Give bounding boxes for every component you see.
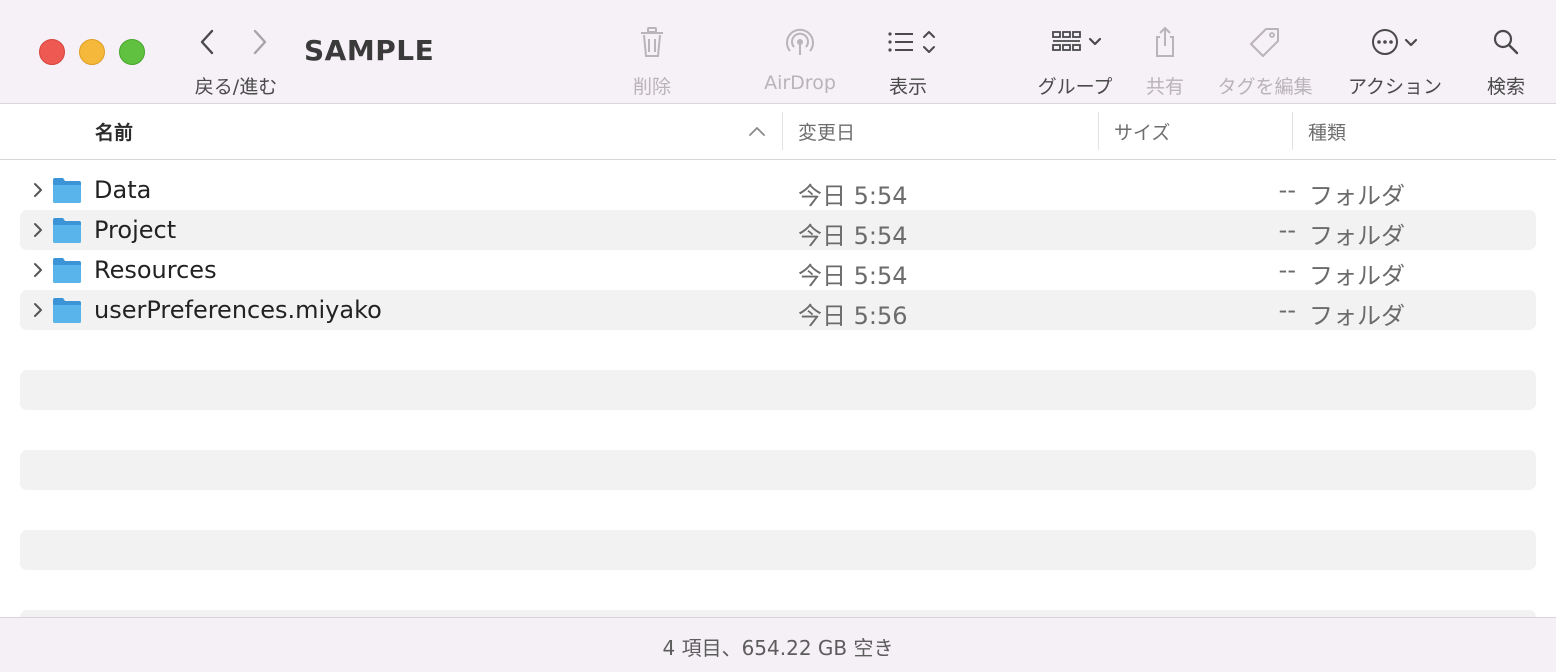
- disclosure-chevron-icon[interactable]: [28, 260, 48, 280]
- airdrop-button[interactable]: AirDrop: [748, 18, 852, 98]
- file-name: Project: [94, 216, 177, 244]
- folder-icon: [53, 298, 81, 323]
- folder-icon: [53, 258, 81, 283]
- window-title: SAMPLE: [304, 34, 435, 67]
- file-size: --: [1278, 216, 1296, 244]
- file-modified: 今日 5:54: [798, 182, 908, 210]
- edit-tags-label: タグを編集: [1217, 76, 1313, 98]
- status-text: 4 項目、654.22 GB 空き: [662, 636, 894, 660]
- empty-row-stripe: [20, 530, 1536, 570]
- disclosure-chevron-icon[interactable]: [28, 180, 48, 200]
- disclosure-chevron-icon[interactable]: [28, 300, 48, 320]
- column-divider[interactable]: [1098, 112, 1099, 150]
- file-size: --: [1278, 176, 1296, 204]
- chevron-right-icon: [253, 29, 267, 55]
- status-bar: 4 項目、654.22 GB 空き: [0, 617, 1556, 672]
- file-size: --: [1278, 296, 1296, 324]
- sort-ascending-icon[interactable]: [748, 124, 766, 138]
- file-kind: フォルダ: [1309, 222, 1405, 250]
- search-button[interactable]: 検索: [1478, 18, 1534, 98]
- back-button[interactable]: [190, 24, 226, 60]
- list-view-icon: [888, 31, 935, 53]
- finder-window: 戻る/進む SAMPLE 削除 AirDrop 表示 グループ 共有 タグを編集…: [0, 0, 1556, 672]
- table-row[interactable]: Data 今日 5:54 -- フォルダ: [20, 170, 1536, 210]
- edit-tags-button[interactable]: タグを編集: [1212, 18, 1318, 98]
- airdrop-icon: [786, 28, 814, 55]
- file-kind: フォルダ: [1309, 302, 1405, 330]
- file-name: Data: [94, 176, 152, 204]
- column-name-header[interactable]: 名前: [95, 118, 133, 145]
- chevron-left-icon: [200, 29, 214, 55]
- empty-row-stripe: [20, 370, 1536, 410]
- table-row[interactable]: Project 今日 5:54 -- フォルダ: [20, 210, 1536, 250]
- table-row[interactable]: Resources 今日 5:54 -- フォルダ: [20, 250, 1536, 290]
- share-button[interactable]: 共有: [1136, 18, 1194, 98]
- action-label: アクション: [1347, 76, 1443, 98]
- file-size: --: [1278, 256, 1296, 284]
- folder-icon: [53, 218, 81, 243]
- delete-button[interactable]: 削除: [616, 18, 688, 98]
- file-name: userPreferences.miyako: [94, 296, 382, 324]
- nav-back-label: 戻る: [194, 76, 233, 98]
- file-kind: フォルダ: [1309, 262, 1405, 290]
- column-size-header[interactable]: サイズ: [1114, 118, 1170, 145]
- action-button[interactable]: アクション: [1340, 18, 1450, 98]
- share-icon: [1156, 26, 1174, 57]
- close-window-button[interactable]: [39, 39, 65, 65]
- view-label: 表示: [888, 76, 927, 98]
- file-name: Resources: [94, 256, 217, 284]
- search-label: 検索: [1486, 76, 1525, 98]
- delete-label: 削除: [632, 76, 671, 98]
- share-label: 共有: [1145, 76, 1184, 98]
- disclosure-chevron-icon[interactable]: [28, 220, 48, 240]
- search-icon: [1493, 29, 1519, 55]
- group-label: グループ: [1037, 76, 1113, 98]
- forward-button[interactable]: [242, 24, 278, 60]
- column-divider[interactable]: [782, 112, 783, 150]
- airdrop-label: AirDrop: [764, 72, 836, 94]
- group-button[interactable]: グループ: [1030, 18, 1120, 98]
- file-modified: 今日 5:56: [798, 302, 908, 330]
- file-modified: 今日 5:54: [798, 222, 908, 250]
- file-kind: フォルダ: [1309, 182, 1405, 210]
- more-actions-icon: [1372, 29, 1418, 55]
- minimize-window-button[interactable]: [79, 39, 105, 65]
- group-grid-icon: [1052, 31, 1102, 51]
- maximize-window-button[interactable]: [119, 39, 145, 65]
- tag-icon: [1250, 28, 1279, 57]
- column-modified-header[interactable]: 変更日: [798, 118, 855, 145]
- view-button[interactable]: 表示: [870, 18, 946, 98]
- trash-icon: [641, 27, 663, 57]
- nav-label: 戻る/進む: [176, 72, 296, 99]
- file-modified: 今日 5:54: [798, 262, 908, 290]
- table-row[interactable]: userPreferences.miyako 今日 5:56 -- フォルダ: [20, 290, 1536, 330]
- nav-forward-label: 進む: [239, 76, 278, 98]
- column-header: 名前 変更日 サイズ 種類: [0, 104, 1556, 160]
- empty-row-stripe: [20, 450, 1536, 490]
- toolbar: 戻る/進む SAMPLE 削除 AirDrop 表示 グループ 共有 タグを編集…: [0, 0, 1556, 104]
- folder-icon: [53, 178, 81, 203]
- column-kind-header[interactable]: 種類: [1308, 118, 1346, 145]
- column-divider[interactable]: [1292, 112, 1293, 150]
